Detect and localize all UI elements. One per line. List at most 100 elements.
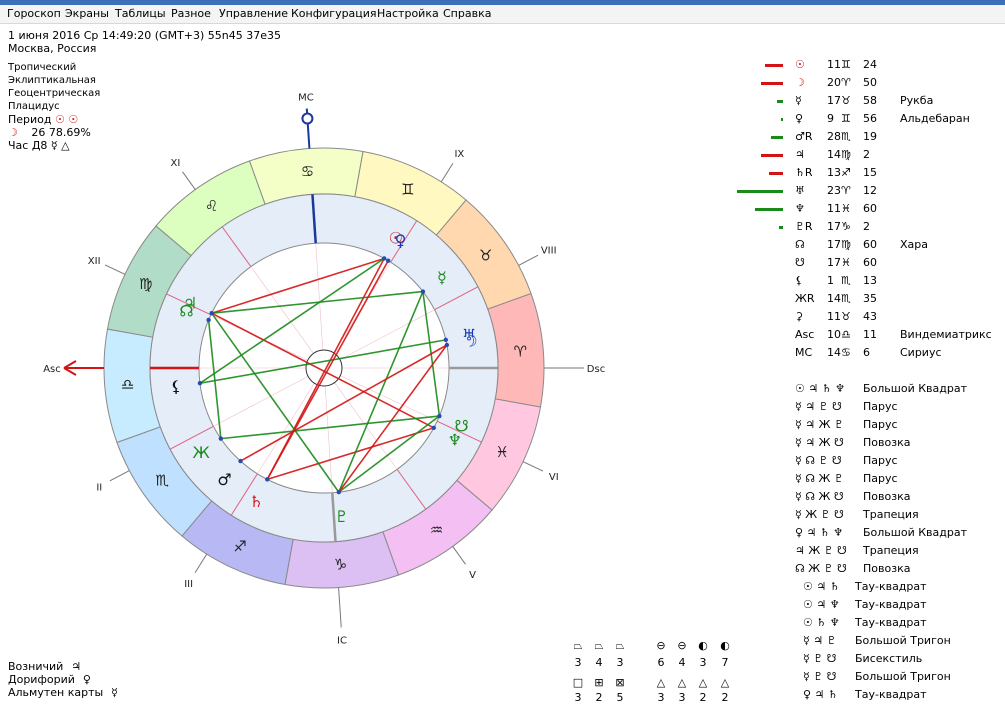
planet-dot [437, 413, 442, 419]
configuration-row[interactable]: ☿ ☊ Ж ♇ Парус [795, 472, 898, 485]
zodiac-sign-glyph: ♐ [233, 537, 246, 555]
configuration-glyphs: ☉ ♃ ♆ [803, 598, 840, 611]
configuration-row[interactable]: ♀ ♃ ♄ ♆ Большой Квадрат [795, 526, 967, 539]
house-cusp-tick [109, 470, 130, 482]
configuration-row[interactable]: ♀ ♃ ♄ Тау-квадрат [803, 688, 927, 701]
house-label: XII [88, 256, 101, 267]
planet-dot [265, 477, 270, 482]
quality-icon: △ [677, 676, 687, 689]
strength-bar [765, 64, 783, 67]
planet-degree: 9 [827, 112, 834, 125]
ruler-row: Альмутен карты ☿ [8, 686, 118, 699]
planet-glyph-icon: Ж [192, 443, 209, 462]
house-cusp-tick [522, 461, 544, 472]
configuration-row[interactable]: ☿ ♃ ♇ Большой Тригон [803, 634, 951, 647]
quality-icon: ◐ [720, 639, 730, 652]
configuration-name: Трапеция [863, 544, 919, 557]
zodiac-sign-glyph: ♍ [139, 275, 152, 293]
configuration-row[interactable]: ☉ ♄ ♆ Тау-квадрат [803, 616, 927, 629]
planet-glyph-icon: ⚸ [170, 377, 182, 396]
planet-dot [197, 381, 203, 386]
house-cusp-tick [338, 587, 342, 628]
planet-dot [336, 489, 342, 495]
sign-glyph-icon: ♏ [841, 292, 851, 305]
planet-glyph-icon: ☽ [463, 332, 477, 351]
configuration-name: Парус [863, 472, 898, 485]
zodiac-sign-glyph: ♈ [514, 343, 527, 361]
configuration-name: Большой Тригон [855, 670, 951, 683]
planet-glyph-icon: ♄ [249, 492, 263, 511]
planet-degree: 17 [827, 220, 841, 233]
house-label: Asc [43, 364, 61, 375]
house-cusp-tick [452, 546, 466, 565]
fixed-star: Хара [900, 238, 928, 251]
house-cusp-tick [440, 162, 454, 183]
planet-minutes: 2 [863, 220, 870, 233]
zodiac-sign-glyph: ♓ [496, 443, 509, 461]
configuration-row[interactable]: ☿ ☊ Ж ☋ Повозка [795, 490, 910, 503]
sign-glyph-icon: ♊ [841, 112, 851, 125]
fixed-star: Рукба [900, 94, 934, 107]
quality-count: 4 [678, 656, 686, 669]
sign-glyph-icon: ♏ [841, 274, 851, 287]
configuration-name: Трапеция [863, 508, 919, 521]
strength-bar [737, 190, 783, 193]
zodiac-sign-glyph: ♌ [205, 197, 218, 215]
configuration-row[interactable]: ☿ ♃ Ж ☋ Повозка [795, 436, 910, 449]
house-label: MC [298, 93, 314, 104]
configuration-row[interactable]: ☊ Ж ♇ ☋ Повозка [795, 562, 910, 575]
configuration-row[interactable]: ♃ Ж ♇ ☋ Трапеция [795, 544, 919, 557]
planet-minutes: 24 [863, 58, 877, 71]
planet-degree: 23 [827, 184, 841, 197]
planet-dot [443, 337, 448, 343]
configuration-glyphs: ☉ ♃ ♄ ♆ [795, 382, 845, 395]
planet-minutes: 2 [863, 148, 870, 161]
configuration-row[interactable]: ☿ ♇ ☋ Большой Тригон [803, 670, 951, 683]
configuration-row[interactable]: ☉ ♃ ♄ ♆ Большой Квадрат [795, 382, 967, 395]
configuration-name: Большой Тригон [855, 634, 951, 647]
house-label: IC [337, 635, 347, 646]
quality-icon: □ [572, 676, 584, 689]
planet-degree: 28 [827, 130, 841, 143]
strength-bar [761, 154, 783, 157]
configuration-name: Повозка [863, 490, 911, 503]
configuration-row[interactable]: ☉ ♃ ♄ Тау-квадрат [803, 580, 927, 593]
configuration-glyphs: ☿ ♃ ♇ [803, 634, 837, 647]
sign-glyph-icon: ♈ [841, 184, 851, 197]
configuration-glyphs: ☿ Ж ♇ ☋ [795, 508, 844, 521]
planet-dot [385, 258, 391, 263]
sign-glyph-icon: ♐ [841, 166, 851, 179]
quality-count: 7 [721, 656, 729, 669]
strength-bar [779, 226, 783, 229]
zodiac-sign-glyph: ♊ [401, 181, 414, 199]
configuration-row[interactable]: ☿ Ж ♇ ☋ Трапеция [795, 508, 919, 521]
configuration-row[interactable]: ☿ ♃ ♇ ☋ Парус [795, 400, 898, 413]
quality-icon: ⊖ [677, 639, 687, 652]
configuration-row[interactable]: ☉ ♃ ♆ Тау-квадрат [803, 598, 927, 611]
house-cusp-tick [104, 264, 126, 275]
configuration-row[interactable]: ☿ ♃ Ж ♇ Парус [795, 418, 898, 431]
horoscope-wheel[interactable]: ♎♏♐♑♒♓♈♉♊♋♌♍AscIIIIIICVVIDscVIIIIXMCXIXI… [0, 0, 1005, 702]
quality-count: 3 [678, 691, 686, 704]
ruler-row: Возничий ♃ [8, 660, 81, 673]
configuration-row[interactable]: ☿ ♇ ☋ Бисекстиль [803, 652, 922, 665]
planet-minutes: 43 [863, 310, 877, 323]
configuration-name: Большой Квадрат [863, 526, 968, 539]
planet-dot [206, 317, 211, 323]
configuration-name: Тау-квадрат [855, 688, 927, 701]
quality-count: 3 [657, 691, 665, 704]
configuration-row[interactable]: ☿ ☊ ♇ ☋ Парус [795, 454, 898, 467]
quality-count: 6 [657, 656, 665, 669]
quality-icon: ◐ [698, 639, 708, 652]
fixed-star: Сириус [900, 346, 942, 359]
planet-minutes: 13 [863, 274, 877, 287]
planet-glyph-icon: ☊ [179, 302, 193, 321]
configuration-glyphs: ☿ ♇ ☋ [803, 652, 837, 665]
planet-degree: 14 [827, 148, 841, 161]
strength-bar [771, 136, 783, 139]
house-label: II [96, 482, 102, 493]
zodiac-sign-glyph: ♎ [121, 375, 134, 393]
strength-bar [755, 208, 783, 211]
quality-count: 3 [699, 656, 707, 669]
configuration-name: Повозка [863, 436, 911, 449]
